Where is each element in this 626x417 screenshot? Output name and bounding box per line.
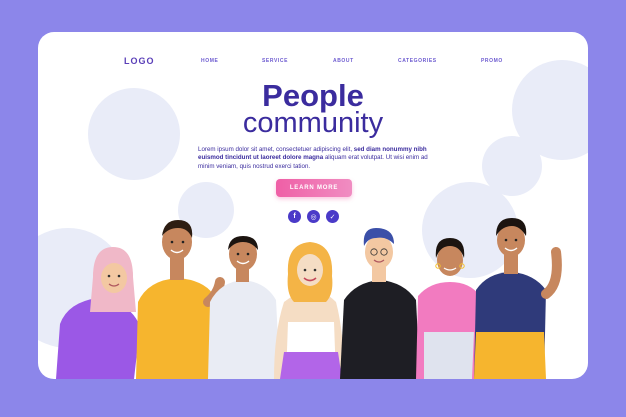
person-waving [474, 218, 562, 379]
person-white-shirt [208, 236, 280, 379]
person-black-shirt [340, 228, 420, 379]
person-yellow-shirt [136, 220, 225, 379]
landing-card: LOGO HOME SERVICE ABOUT CATEGORIES PROMO… [38, 32, 588, 379]
people-illustration [56, 218, 562, 379]
person-pink-top [416, 238, 480, 379]
person-blonde-woman [274, 242, 344, 379]
